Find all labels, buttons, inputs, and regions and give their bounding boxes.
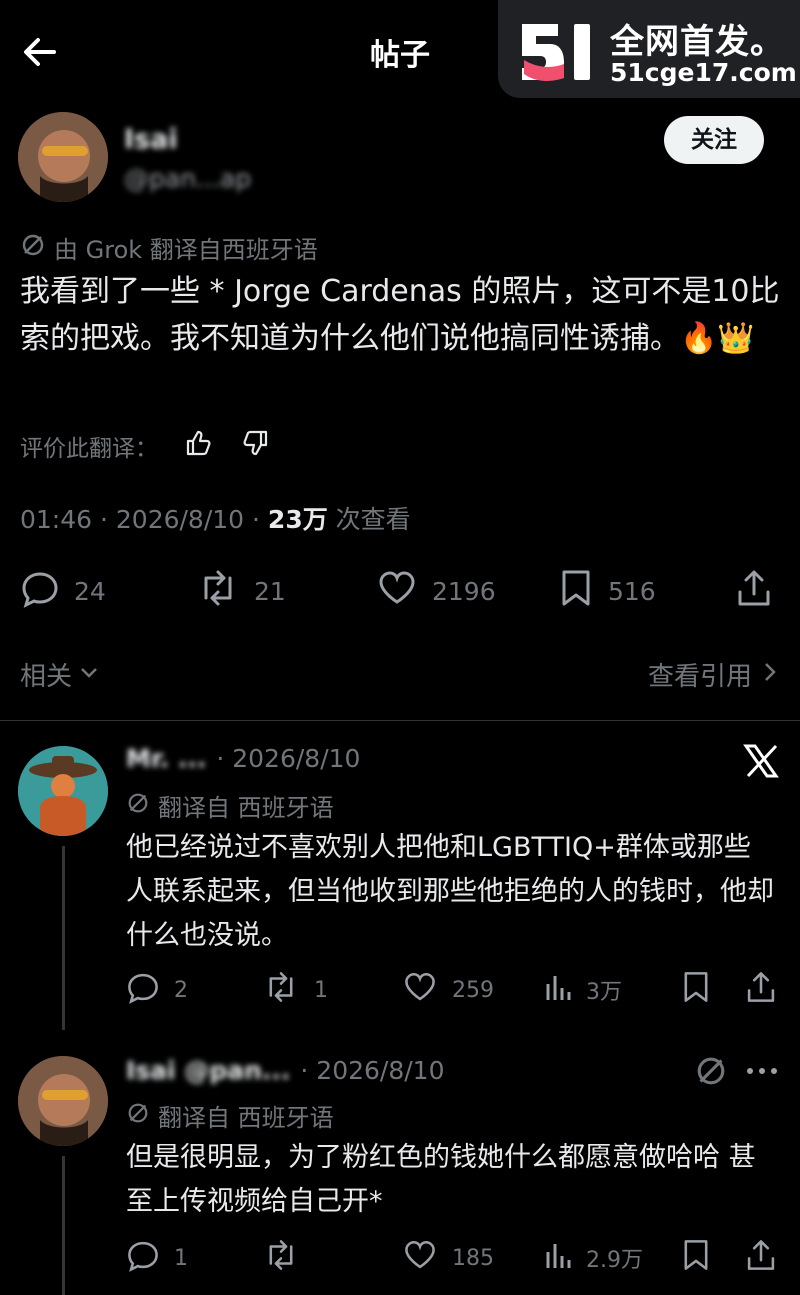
reply1-text: 他已经说过不喜欢别人把他和LGBTTIQ+群体或那些人联系起来，但当他收到那些他…	[126, 832, 774, 951]
reply1-repost-count: 1	[314, 977, 328, 1003]
reply1-translation-note: 翻译自 西班牙语	[126, 788, 334, 823]
reply2-date: · 2026/8/10	[300, 1056, 445, 1085]
repost-icon	[196, 568, 240, 614]
related-label: 相关	[20, 662, 73, 692]
share-icon[interactable]	[744, 970, 778, 1008]
rate-translation: 评价此翻译：	[20, 428, 270, 464]
heart-icon	[402, 970, 438, 1010]
reply1-author-name[interactable]: Mr. ...	[126, 744, 206, 773]
more-options-icon[interactable]	[744, 1054, 780, 1092]
reply2-reply-action[interactable]: 1	[126, 1238, 188, 1278]
reply2-header: Isai @pan... · 2026/8/10	[126, 1056, 444, 1085]
follow-button[interactable]: 关注	[664, 116, 764, 164]
author-handle[interactable]: @pan...ap	[124, 164, 251, 193]
bookmark-icon	[558, 568, 594, 614]
heart-icon	[402, 1238, 438, 1278]
reply2-like-action[interactable]: 185	[402, 1238, 494, 1278]
repost-icon	[262, 1238, 300, 1278]
reply1-reply-count: 2	[174, 977, 188, 1003]
reply2-views-action[interactable]: 2.9万	[544, 1238, 643, 1278]
reply1-views-count: 3万	[586, 980, 622, 1005]
repost-action[interactable]: 21	[196, 568, 286, 614]
share-icon[interactable]	[734, 568, 774, 612]
section-divider	[0, 720, 800, 721]
analytics-icon	[544, 970, 572, 1010]
chevron-down-icon	[78, 660, 100, 690]
reply2-translation-text: 翻译自 西班牙语	[158, 1104, 334, 1132]
reply1-avatar[interactable]	[18, 746, 108, 836]
post-body: 我看到了一些 * Jorge Cardenas 的照片，这可不是10比索的把戏。…	[20, 274, 780, 356]
post-time: 01:46 · 2026/8/10 ·	[20, 505, 268, 534]
reply1-like-count: 259	[452, 977, 494, 1003]
reply2-translation-note: 翻译自 西班牙语	[126, 1098, 334, 1133]
reply1-like-action[interactable]: 259	[402, 970, 494, 1010]
grok-slash-icon	[126, 791, 150, 821]
views-label: 次查看	[327, 505, 411, 534]
watermark-line1: 全网首发。	[610, 22, 785, 62]
grok-slash-icon	[126, 1101, 150, 1131]
bookmark-action[interactable]: 516	[558, 568, 656, 614]
reply2-views-count: 2.9万	[586, 1248, 643, 1273]
bookmark-count: 516	[608, 576, 656, 606]
reply2-avatar[interactable]	[18, 1056, 108, 1146]
reply-icon	[126, 970, 160, 1010]
grok-icon[interactable]	[694, 1054, 728, 1092]
reply1-reply-action[interactable]: 2	[126, 970, 188, 1010]
author-name[interactable]: Isai	[124, 124, 178, 155]
reply-count: 24	[74, 576, 106, 606]
bookmark-icon[interactable]	[680, 970, 712, 1008]
share-icon[interactable]	[744, 1238, 778, 1276]
like-count: 2196	[432, 576, 496, 606]
grok-slash-icon	[20, 232, 46, 264]
reply1-date: · 2026/8/10	[216, 744, 361, 773]
reply-icon	[126, 1238, 160, 1278]
thumbs-down-icon[interactable]	[240, 428, 270, 464]
author-avatar[interactable]	[18, 112, 108, 202]
reply2-text: 但是很明显，为了粉红色的钱她什么都愿意做哈哈 甚至上传视频给自己开*	[126, 1142, 756, 1217]
repost-icon	[262, 970, 300, 1010]
analytics-icon	[544, 1238, 572, 1278]
thread-line	[62, 846, 65, 1030]
view-quotes-label: 查看引用	[647, 662, 752, 692]
reply1-repost-action[interactable]: 1	[262, 970, 328, 1010]
views-count: 23万	[267, 505, 328, 534]
watermark-banner: 全网首发。 51cge17.com	[498, 0, 800, 98]
translation-note-text: 由 Grok 翻译自西班牙语	[54, 236, 318, 264]
like-action[interactable]: 2196	[376, 568, 496, 614]
translation-note: 由 Grok 翻译自西班牙语	[20, 230, 318, 265]
reply1-translation-text: 翻译自 西班牙语	[158, 794, 334, 822]
reply2-repost-action[interactable]	[262, 1238, 314, 1278]
bookmark-icon[interactable]	[680, 1238, 712, 1276]
related-toggle[interactable]: 相关	[20, 656, 100, 693]
x-logo-icon[interactable]	[740, 740, 782, 786]
reply-action[interactable]: 24	[20, 568, 106, 614]
reply-icon	[20, 568, 60, 614]
reply2-reply-count: 1	[174, 1245, 188, 1271]
thread-line	[62, 1156, 65, 1295]
reply2-author-name[interactable]: Isai @pan...	[126, 1056, 290, 1085]
reply2-like-count: 185	[452, 1245, 494, 1271]
watermark-line2: 51cge17.com	[610, 58, 797, 87]
post-meta: 01:46 · 2026/8/10 · 23万 次查看	[20, 500, 411, 536]
reply1-views-action[interactable]: 3万	[544, 970, 622, 1010]
heart-icon	[376, 568, 418, 614]
chevron-right-icon	[762, 660, 778, 690]
reply1-header: Mr. ... · 2026/8/10	[126, 744, 360, 773]
repost-count: 21	[254, 576, 286, 606]
watermark-logo-icon	[516, 16, 598, 82]
rate-translation-label: 评价此翻译：	[20, 436, 158, 462]
thumbs-up-icon[interactable]	[184, 428, 214, 464]
view-quotes-link[interactable]: 查看引用	[648, 656, 778, 693]
